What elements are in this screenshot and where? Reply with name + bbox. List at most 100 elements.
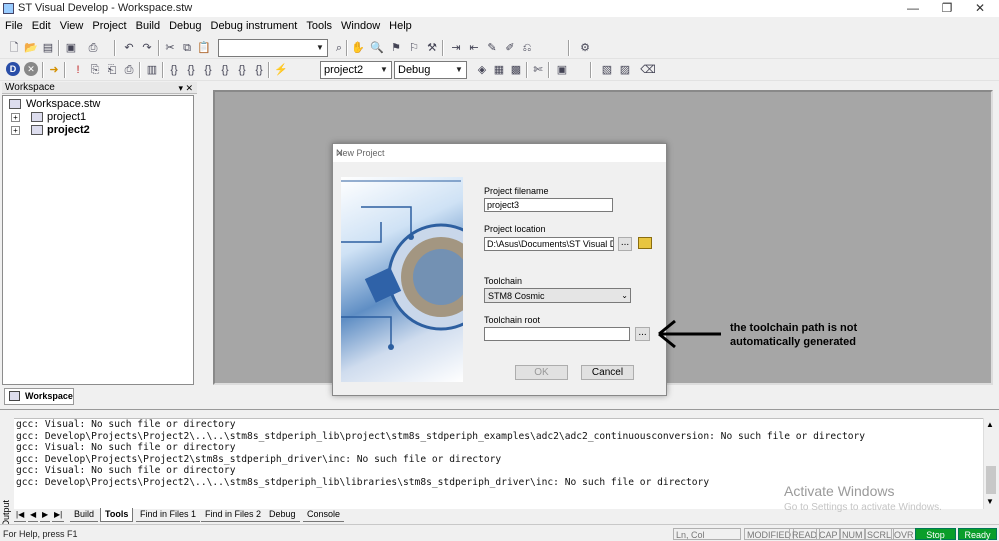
menu-window[interactable]: Window [336, 18, 384, 32]
toggle-view-icon[interactable]: ▨ [617, 62, 633, 78]
peripheral-icon[interactable]: {} [251, 62, 267, 78]
outdent-icon[interactable]: ⇤ [466, 40, 482, 56]
output-line: gcc: Visual: No such file or directory [16, 465, 236, 476]
run-arrow-icon[interactable]: ➜ [46, 62, 62, 78]
wizard-illustration [341, 177, 495, 382]
bookmark-icon[interactable]: ⚑ [388, 40, 404, 56]
location-browse-button[interactable]: ... [618, 237, 632, 251]
tab-debug[interactable]: Debug [265, 508, 300, 522]
menu-file[interactable]: File [0, 18, 27, 32]
breakpoint-icon[interactable]: ! [70, 62, 86, 78]
menu-view[interactable]: View [55, 18, 88, 32]
hand-icon[interactable]: ✋ [350, 40, 366, 56]
menu-tools[interactable]: Tools [301, 18, 336, 32]
save-icon[interactable]: ▣ [63, 40, 79, 56]
step-into-icon[interactable]: ⎘ [87, 62, 103, 78]
output-splitter[interactable] [0, 409, 999, 418]
find-in-files-icon[interactable]: 🔍 [369, 40, 385, 56]
run-to-cursor-icon[interactable]: ▥ [144, 62, 160, 78]
tab-nav-prev-icon[interactable]: ◀ [28, 508, 39, 522]
uncomment-icon[interactable]: ✐ [502, 40, 518, 56]
compile-icon[interactable]: ◈ [474, 62, 490, 78]
options-icon[interactable]: ⚙ [577, 40, 593, 56]
tab-nav-first-icon[interactable]: |◀ [14, 508, 27, 522]
flash-icon[interactable]: ⚡ [273, 62, 289, 78]
panel-pin-close-icon[interactable]: ▾ ✕ [178, 82, 193, 94]
folder-icon[interactable] [638, 237, 652, 249]
expand-plus-icon[interactable]: + [11, 113, 20, 122]
close-button[interactable]: ✕ [965, 0, 995, 17]
find-combo[interactable]: ▼ [218, 39, 328, 57]
scroll-thumb[interactable] [986, 466, 996, 494]
output-line: gcc: Develop\Projects\Project2\..\..\stm… [16, 430, 866, 442]
ok-button[interactable]: OK [515, 365, 568, 380]
chevron-down-icon: ⌄ [621, 291, 628, 300]
step-over-icon[interactable]: ⎗ [104, 62, 120, 78]
menu-debug-instrument[interactable]: Debug instrument [206, 18, 302, 32]
toolchain-root-input[interactable] [484, 327, 630, 341]
output-line: gcc: Develop\Projects\Project2\..\..\stm… [16, 476, 710, 488]
toolchain-select[interactable]: STM8 Cosmic ⌄ [484, 288, 631, 303]
menu-edit[interactable]: Edit [27, 18, 55, 32]
bookmark-clear-icon[interactable]: ⚒ [424, 40, 440, 56]
rebuild-icon[interactable]: ▩ [508, 62, 524, 78]
tab-console[interactable]: Console [303, 508, 345, 522]
restore-button[interactable]: ❐ [932, 0, 962, 17]
toolchain-root-label: Toolchain root [484, 315, 541, 325]
debug-start-icon[interactable]: D [6, 62, 20, 76]
project-filename-label: Project filename [484, 186, 549, 196]
open-folder-icon[interactable]: 📂 [23, 40, 39, 56]
menu-project[interactable]: Project [87, 18, 130, 32]
step-out-icon[interactable]: ⎙ [121, 62, 137, 78]
erase-icon[interactable]: ⌫ [640, 62, 656, 78]
toolchain-root-browse-button[interactable]: ... [635, 327, 650, 341]
status-ready-badge: Ready [958, 528, 997, 540]
project-location-input[interactable]: D:\Asus\Documents\ST Visual Dev [484, 237, 614, 251]
tab-find-in-files-1[interactable]: Find in Files 1 [136, 508, 201, 522]
copy-icon[interactable]: ⧉ [179, 40, 195, 56]
scroll-down-icon[interactable]: ▼ [986, 497, 994, 506]
watch-icon[interactable]: {} [166, 62, 182, 78]
dialog-close-icon[interactable]: ✕ [336, 148, 660, 159]
stack-icon[interactable]: {} [217, 62, 233, 78]
menu-build[interactable]: Build [131, 18, 164, 32]
debug-stop-icon[interactable]: ✕ [24, 62, 38, 76]
menu-debug[interactable]: Debug [164, 18, 205, 32]
comment-icon[interactable]: ✎ [484, 40, 500, 56]
bookmark-next-icon[interactable]: ⚐ [406, 40, 422, 56]
format-icon[interactable]: ⎌ [519, 40, 535, 56]
tab-tools[interactable]: Tools [100, 508, 134, 522]
paste-icon[interactable]: 📋 [196, 40, 212, 56]
cut-icon[interactable]: ✂ [162, 40, 178, 56]
cancel-button[interactable]: Cancel [581, 365, 634, 380]
print-icon[interactable]: ⎙ [85, 40, 101, 56]
undo-icon[interactable]: ↶ [121, 40, 137, 56]
expand-plus-icon[interactable]: + [11, 126, 20, 135]
output-scrollbar[interactable]: ▲ ▼ [983, 418, 998, 509]
stop-build-icon[interactable]: ✄ [530, 62, 546, 78]
tab-nav-next-icon[interactable]: ▶ [40, 508, 51, 522]
tab-find-in-files-2[interactable]: Find in Files 2 [201, 508, 266, 522]
tab-nav-last-icon[interactable]: ▶| [52, 508, 65, 522]
scroll-up-icon[interactable]: ▲ [986, 420, 994, 429]
new-project-dialog: New Project ✕ Project filename project3 … [332, 143, 667, 396]
minimize-button[interactable]: — [898, 0, 928, 17]
menu-help[interactable]: Help [384, 18, 416, 32]
build-icon[interactable]: ▦ [491, 62, 507, 78]
redo-icon[interactable]: ↷ [139, 40, 155, 56]
project-filename-input[interactable]: project3 [484, 198, 613, 212]
registers-icon[interactable]: {} [200, 62, 216, 78]
configuration-select[interactable]: Debug ▼ [394, 61, 467, 79]
workspace-tab[interactable]: Workspace [4, 388, 74, 405]
tab-build[interactable]: Build [70, 508, 99, 522]
indent-icon[interactable]: ⇥ [448, 40, 464, 56]
project-select[interactable]: project2 ▼ [320, 61, 392, 79]
new-file-icon[interactable]: 🗋 [6, 40, 22, 56]
chip-icon[interactable]: ▧ [599, 62, 615, 78]
find-icon[interactable]: ⌕ [331, 40, 347, 56]
programmer-icon[interactable]: ▣ [554, 62, 570, 78]
close-file-icon[interactable]: ▤ [40, 40, 56, 56]
memory-icon[interactable]: {} [183, 62, 199, 78]
disasm-icon[interactable]: {} [234, 62, 250, 78]
status-ovr: OVR [891, 528, 917, 540]
